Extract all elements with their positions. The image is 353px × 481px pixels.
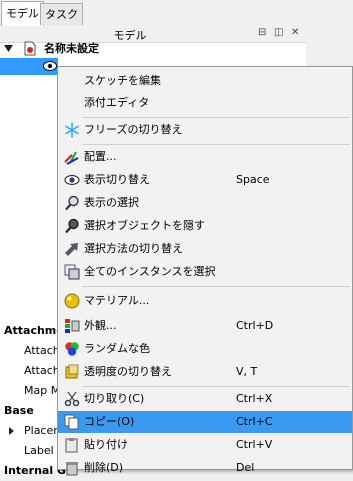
transparency-icon (65, 364, 79, 379)
menu-item-toggle-selectability[interactable]: 選択方法の切り替え (58, 238, 352, 260)
property-row[interactable]: Label (24, 441, 54, 461)
snowflake-icon (65, 122, 79, 138)
property-row[interactable]: Attach (24, 361, 60, 381)
menu-separator (82, 144, 350, 145)
tab-model[interactable]: モデル (1, 1, 44, 26)
property-row[interactable]: Placen (24, 421, 60, 441)
instances-icon (64, 264, 80, 280)
menu-item-toggle-visibility[interactable]: 表示切り替え Space (58, 169, 352, 191)
menu-item-attachment-editor[interactable]: 添付エディタ (58, 92, 352, 114)
scissors-icon (64, 391, 80, 407)
menu-item-delete[interactable]: 削除(D) Del (58, 457, 352, 479)
copy-icon (64, 414, 79, 430)
document-label: 名称未設定 (44, 42, 99, 55)
menu-item-material[interactable]: マテリアル... (58, 290, 352, 312)
menu-separator (82, 286, 350, 287)
menu-separator (82, 386, 350, 387)
visibility-eye-icon[interactable] (43, 61, 57, 71)
menu-item-hide-selection[interactable]: 選択オブジェクトを隠す (58, 215, 352, 237)
delete-icon (66, 462, 78, 476)
magnifier-icon (65, 195, 79, 211)
document-icon (24, 41, 36, 56)
maximize-button-icon[interactable]: ◫ (274, 27, 283, 38)
placement-icon (64, 151, 79, 165)
close-icon[interactable]: ✕ (291, 27, 299, 38)
menu-item-placement[interactable]: 配置... (58, 146, 352, 168)
expand-arrow-icon[interactable] (4, 45, 13, 52)
appearance-icon (65, 319, 80, 333)
menu-item-paste[interactable]: 貼り付け Ctrl+V (58, 434, 352, 456)
property-view: Attachmen Attach Attach Map M Base Place… (0, 320, 72, 477)
tree-row-document[interactable]: 名称未設定 (0, 40, 306, 57)
menu-item-appearance[interactable]: 外観... Ctrl+D (58, 315, 352, 337)
expand-arrow-icon[interactable] (9, 427, 14, 435)
combo-view-tabs: モデル タスク (0, 0, 353, 26)
menu-item-show-selection[interactable]: 表示の選択 (58, 192, 352, 214)
material-ball-icon (64, 293, 80, 309)
property-row[interactable]: Map M (24, 381, 60, 401)
tree-row-sketch[interactable] (0, 58, 58, 75)
random-color-icon (65, 342, 79, 356)
menu-item-random-color[interactable]: ランダムな色 (58, 338, 352, 360)
menu-item-copy[interactable]: コピー(O) Ctrl+C (58, 411, 352, 433)
paste-icon (65, 438, 78, 453)
menu-item-toggle-transparency[interactable]: 透明度の切り替え V, T (58, 361, 352, 383)
magnifier-hide-icon (65, 218, 79, 234)
property-row[interactable]: Attach (24, 341, 60, 361)
menu-item-toggle-freeze[interactable]: フリーズの切り替え (58, 119, 352, 141)
menu-item-edit-sketch[interactable]: スケッチを編集 (58, 70, 352, 92)
tab-tasks[interactable]: タスク (40, 3, 83, 25)
menu-item-cut[interactable]: 切り取り(C) Ctrl+X (58, 388, 352, 410)
arrow-icon (65, 243, 78, 256)
eye-icon (64, 174, 80, 186)
float-button-icon[interactable]: ⊟ (258, 27, 266, 38)
property-group-base: Base (4, 404, 34, 417)
menu-separator (82, 117, 350, 118)
context-menu: スケッチを編集 添付エディタ フリーズの切り替え 配置... 表示切り替え Sp… (57, 66, 353, 476)
menu-item-select-all-instances[interactable]: 全てのインスタンスを選択 (58, 261, 352, 283)
